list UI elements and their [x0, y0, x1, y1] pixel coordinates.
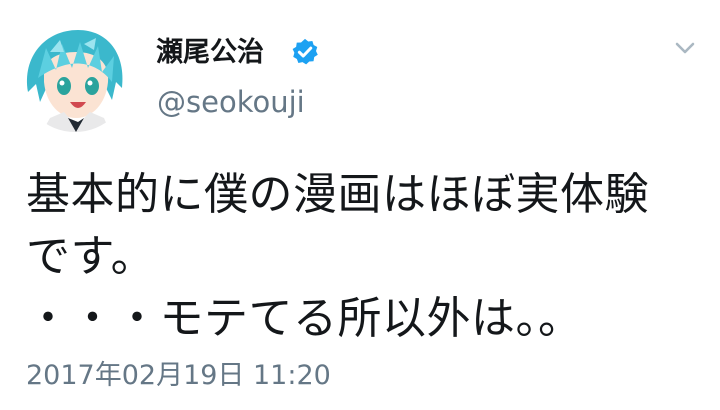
display-name[interactable]: 瀬尾公治	[156, 36, 264, 70]
avatar[interactable]	[20, 22, 130, 132]
avatar-image	[20, 22, 130, 132]
user-handle[interactable]: @seokouji	[157, 84, 305, 120]
chevron-down-icon[interactable]	[670, 38, 700, 60]
tweet-text: 基本的に僕の漫画はほぼ実体験 です。 ・・・モテてる所以外は。。	[26, 169, 649, 344]
tweet-timestamp[interactable]: 2017年02月19日 11:20	[26, 359, 331, 393]
verified-badge-icon	[292, 38, 318, 65]
tweet-card: 瀬尾公治 @seokouji 基本的に僕の漫画はほぼ実体験 です。 ・・・モテて…	[0, 0, 720, 410]
